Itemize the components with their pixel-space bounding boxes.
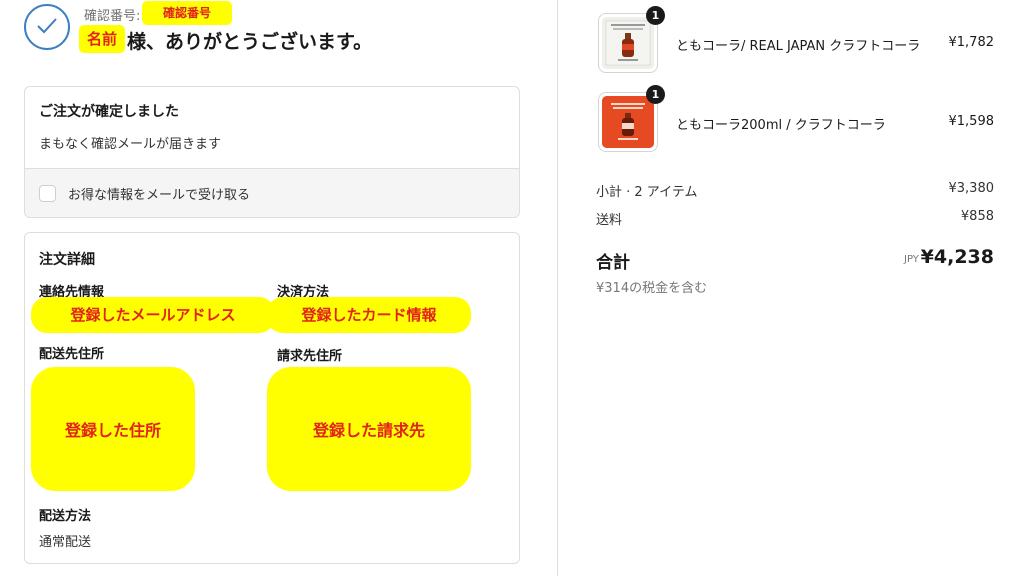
order-confirmed-card: ご注文が確定しました まもなく確認メールが届きます お得な情報をメールで受け取る [24, 86, 520, 218]
subtotal-value: ¥3,380 [948, 181, 995, 196]
billing-address-value: 登録した請求先 [267, 367, 471, 491]
product-name: ともコーラ/ REAL JAPAN クラフトコーラ [676, 39, 921, 54]
payment-method-value: 登録したカード情報 [267, 297, 471, 333]
tax-note: ¥314の税金を含む [596, 281, 708, 296]
shipping-label: 送料 [596, 213, 623, 228]
email-opt-in-row[interactable]: お得な情報をメールで受け取る [25, 169, 519, 217]
confirmation-number-label: 確認番号: [84, 9, 141, 24]
quantity-badge: 1 [646, 85, 665, 104]
billing-address-label: 請求先住所 [277, 349, 343, 364]
shipping-method-value: 通常配送 [39, 535, 92, 550]
order-status-panel: 確認番号: 確認番号 名前 様、ありがとうございます。 ご注文が確定しました ま… [0, 0, 557, 576]
order-confirmed-title: ご注文が確定しました [39, 104, 179, 120]
contact-info-value: 登録したメールアドレス [31, 297, 275, 333]
shipping-address-value: 登録した住所 [31, 367, 195, 491]
thank-you-heading: 様、ありがとうございます。 [127, 31, 373, 53]
order-details-card: 注文詳細 連絡先情報 登録したメールアドレス 決済方法 登録したカード情報 配送… [24, 232, 520, 564]
checkmark-icon [24, 4, 70, 50]
subtotal-label: 小計 · 2 アイテム [596, 185, 698, 200]
customer-name: 名前 [79, 25, 125, 53]
cola-bottle-image [602, 96, 654, 148]
total-currency: JPY [904, 254, 919, 265]
product-price: ¥1,782 [948, 35, 995, 50]
email-opt-in-label[interactable]: お得な情報をメールで受け取る [68, 184, 250, 203]
shipping-value: ¥858 [960, 209, 994, 224]
order-details-title: 注文詳細 [39, 252, 95, 268]
quantity-badge: 1 [646, 6, 665, 25]
subtotal-row: 小計 · 2 アイテム ¥3,380 [596, 181, 994, 200]
product-price: ¥1,598 [948, 114, 995, 129]
product-thumbnail: 1 [598, 6, 665, 73]
shipping-row: 送料 ¥858 [596, 209, 994, 228]
total-amount: ¥4,238 [920, 246, 994, 268]
total-label: 合計 [596, 253, 630, 273]
confirmation-number-value: 確認番号 [142, 1, 232, 25]
order-summary-panel: 1 ともコーラ/ REAL JAPAN クラフトコーラ ¥1,782 1 ともコ… [558, 0, 1024, 576]
product-name: ともコーラ200ml / クラフトコーラ [676, 118, 886, 133]
email-opt-in-checkbox[interactable] [39, 185, 56, 202]
order-confirmed-subtitle: まもなく確認メールが届きます [39, 137, 222, 152]
shipping-address-label: 配送先住所 [39, 347, 105, 362]
cola-bottle-image [602, 17, 654, 69]
product-thumbnail: 1 [598, 85, 665, 152]
shipping-method-label: 配送方法 [39, 509, 92, 524]
